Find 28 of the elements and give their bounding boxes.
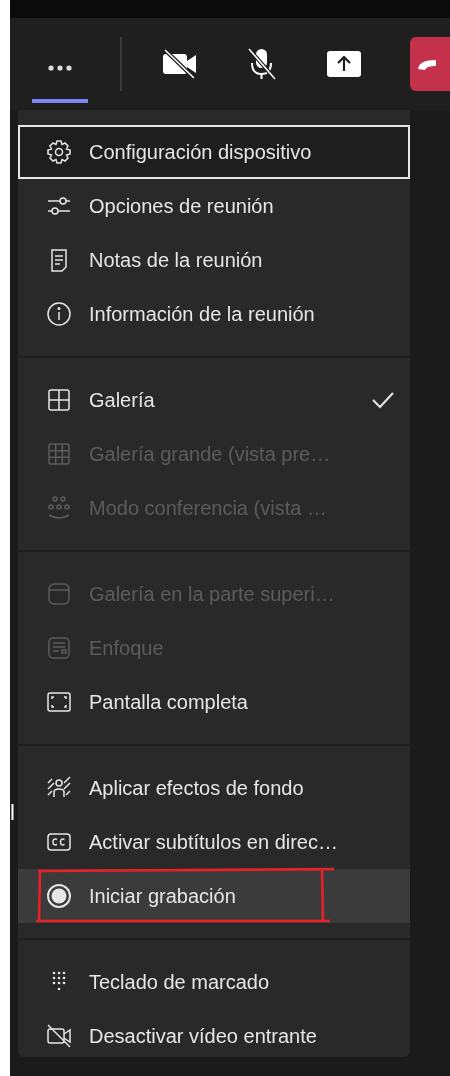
menu-item[interactable]: Información de la reunión: [18, 287, 410, 341]
camera-off-icon: [162, 49, 198, 79]
settings-icon: [46, 139, 72, 165]
info-icon: [46, 301, 72, 327]
record-icon: [46, 883, 72, 909]
layout-icon: [46, 581, 72, 607]
mic-off-icon: [245, 47, 279, 81]
layout-icon: [46, 635, 72, 661]
grid-icon: [46, 387, 72, 413]
background-text: l: [10, 800, 15, 826]
hang-up-button[interactable]: [410, 37, 450, 91]
fullscreen-icon: [46, 689, 72, 715]
share-screen-icon: [326, 50, 362, 78]
menu-item[interactable]: Teclado de marcado: [18, 955, 410, 1009]
menu-item[interactable]: Galería: [18, 373, 410, 427]
menu-item[interactable]: Aplicar efectos de fondo: [18, 761, 410, 815]
menu-item[interactable]: Notas de la reunión: [18, 233, 410, 287]
menu-item[interactable]: Pantalla completa: [18, 675, 410, 729]
more-icon: [48, 65, 72, 71]
menu-item[interactable]: Configuración dispositivo: [18, 125, 410, 179]
menu-item[interactable]: Desactivar vídeo entrante: [18, 1009, 410, 1063]
menu-item[interactable]: Activar subtítulos en direc…: [18, 815, 410, 869]
menu-item[interactable]: Iniciar grabación: [18, 869, 410, 923]
menu-item[interactable]: Opciones de reunión: [18, 179, 410, 233]
phone-icon: [416, 57, 436, 71]
camera-off-icon: [46, 1023, 72, 1049]
people-icon: [46, 495, 72, 521]
grid-icon: [46, 441, 72, 467]
